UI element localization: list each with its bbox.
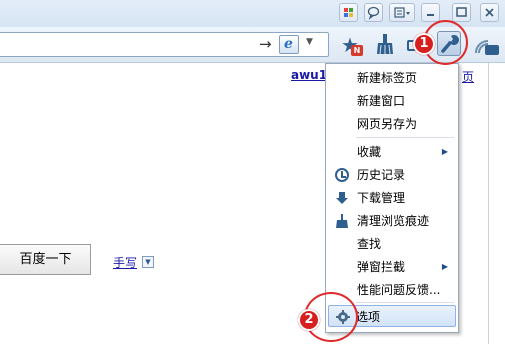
menu-item-new-tab[interactable]: 新建标签页 — [326, 67, 458, 89]
content-edge — [488, 63, 489, 344]
maximize-icon — [456, 7, 467, 17]
menu-item-label: 弹窗拦截 — [357, 260, 406, 274]
maximize-button[interactable] — [452, 3, 471, 22]
menu-item-favorites[interactable]: 收藏 ▶ — [326, 141, 458, 163]
skin-icon — [344, 8, 353, 17]
ie-icon: e — [284, 36, 293, 52]
address-bar[interactable]: → e ▼ — [0, 32, 329, 57]
menu-item-save-page-as[interactable]: 网页另存为 — [326, 113, 458, 135]
menu-item-popup-blocker[interactable]: 弹窗拦截 ▶ — [326, 256, 458, 278]
step-badge-2: 2 — [298, 309, 320, 331]
menu-item-new-window[interactable]: 新建窗口 — [326, 90, 458, 112]
clock-icon — [335, 168, 349, 182]
handwrite-dropdown-icon[interactable]: ▼ — [142, 256, 154, 268]
menu-item-history[interactable]: 历史记录 — [326, 164, 458, 186]
submenu-arrow-icon: ▶ — [441, 262, 448, 271]
favorites-button[interactable]: ★ N — [339, 31, 363, 58]
menu-item-label: 网页另存为 — [357, 117, 418, 131]
search-button[interactable]: 百度一下 — [0, 244, 91, 275]
menu-item-label: 历史记录 — [357, 168, 406, 182]
clear-traces-button[interactable] — [374, 31, 396, 58]
download-arrow-icon — [336, 192, 348, 204]
chevron-down-icon[interactable]: ▼ — [306, 37, 313, 47]
menu-separator — [356, 137, 454, 138]
broom-icon — [336, 214, 348, 228]
color-skin-button[interactable] — [339, 3, 358, 22]
broom-icon — [377, 34, 393, 55]
list-icon — [394, 7, 410, 18]
close-button[interactable] — [480, 3, 499, 22]
menu-item-label: 下载管理 — [357, 191, 406, 205]
menu-item-label: 新建标签页 — [357, 71, 418, 85]
close-icon — [485, 8, 494, 17]
menu-item-label: 选项 — [356, 310, 381, 324]
menu-item-clear-traces[interactable]: 清理浏览痕迹 — [326, 210, 458, 232]
browser-window: → e ▼ ★ N awu1 页 百度一下 手写 ▼ 新建标签页 新建窗口 网页… — [0, 0, 505, 344]
submenu-arrow-icon: ▶ — [441, 147, 448, 156]
new-badge: N — [351, 45, 363, 56]
speech-bubble-icon — [367, 6, 380, 20]
menu-item-label: 性能问题反馈... — [357, 283, 441, 297]
page-settings-link[interactable]: 页 — [462, 68, 474, 85]
minimize-icon — [427, 14, 434, 16]
feedback-button[interactable] — [364, 3, 383, 22]
ie-engine-button[interactable]: e — [279, 35, 299, 54]
menu-item-label: 新建窗口 — [357, 94, 406, 108]
menu-item-find[interactable]: 查找 — [326, 233, 458, 255]
menu-item-downloads[interactable]: 下载管理 — [326, 187, 458, 209]
user-name-link[interactable]: awu1 — [291, 68, 327, 82]
handwrite-link[interactable]: 手写 — [113, 254, 137, 271]
signal-button[interactable] — [472, 31, 505, 58]
go-arrow-icon[interactable]: → — [259, 36, 275, 52]
tools-dropdown-menu: 新建标签页 新建窗口 网页另存为 收藏 ▶ 历史记录 下载管理 清理浏览痕迹 查… — [325, 63, 459, 333]
step-badge-1: 1 — [413, 33, 435, 55]
menu-item-label: 收藏 — [357, 145, 382, 159]
title-bar — [0, 0, 505, 27]
menu-item-label: 清理浏览痕迹 — [357, 214, 430, 228]
signal-icon — [475, 40, 499, 55]
menu-item-label: 查找 — [357, 237, 382, 251]
menu-separator — [356, 302, 454, 303]
menu-list-button[interactable] — [389, 3, 415, 22]
minimize-button[interactable] — [421, 3, 440, 22]
